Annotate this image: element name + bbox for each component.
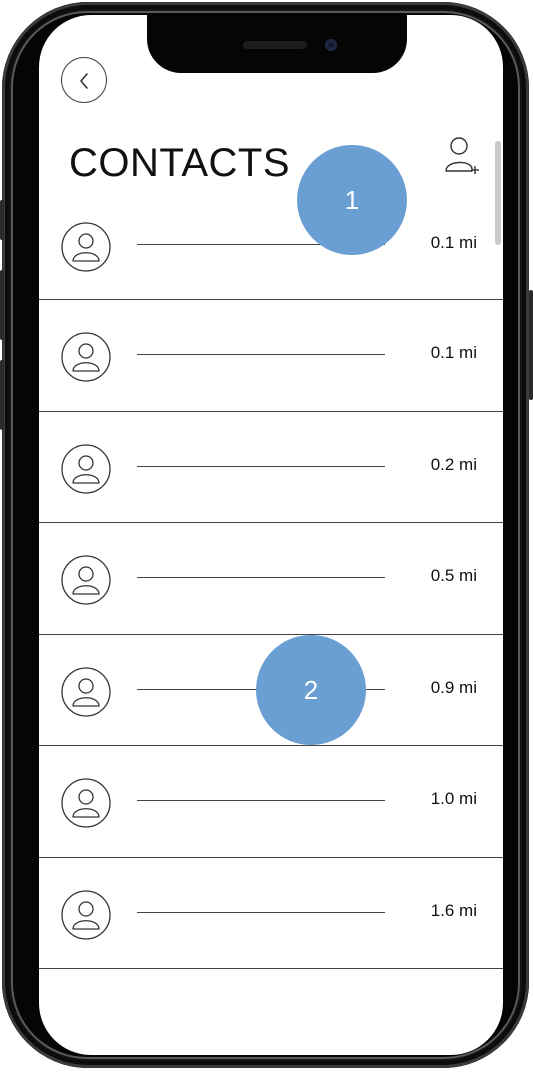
contact-distance: 0.9 mi (430, 677, 477, 697)
contact-name-placeholder (137, 465, 385, 467)
user-avatar-icon (61, 222, 111, 272)
chevron-left-icon (80, 73, 88, 89)
contact-distance: 0.1 mi (430, 233, 477, 252)
contact-distance: 0.2 mi (430, 454, 477, 474)
contact-row[interactable]: 0.1 mi (39, 300, 503, 412)
page-title: CONTACTS (69, 141, 291, 185)
contacts-list: 0.1 mi 0.1 mi 0.2 mi 0.5 mi 0.9 mi 1.0 m… (39, 193, 503, 969)
contact-distance: 0.1 mi (430, 343, 477, 362)
contact-row[interactable]: 0.1 mi (39, 193, 503, 300)
notch (147, 15, 407, 73)
contact-row[interactable]: 0.5 mi (39, 523, 503, 635)
add-user-icon (445, 137, 479, 174)
phone-screen: CONTACTS 0.1 mi 0.1 mi 0.2 mi 0.5 mi 0.9… (39, 15, 503, 1055)
contact-distance: 1.6 mi (430, 900, 477, 920)
front-camera (325, 39, 337, 51)
speaker-grille (243, 41, 307, 49)
add-contact-button[interactable] (441, 135, 481, 177)
user-avatar-icon (61, 666, 111, 717)
contact-name-placeholder (137, 800, 385, 801)
contact-name-placeholder (137, 911, 385, 913)
contact-row[interactable]: 1.0 mi (39, 746, 503, 858)
user-avatar-icon (61, 332, 111, 382)
back-button[interactable] (61, 57, 107, 103)
contact-name-placeholder (137, 354, 385, 355)
silent-switch (0, 200, 4, 240)
contact-name-placeholder (137, 577, 385, 578)
annotation-marker-2: 2 (256, 635, 366, 745)
volume-down-button (0, 360, 4, 430)
contact-distance: 0.5 mi (430, 566, 477, 585)
contact-distance: 1.0 mi (430, 789, 477, 808)
contact-row[interactable]: 0.2 mi (39, 412, 503, 523)
user-avatar-icon (61, 778, 111, 828)
user-avatar-icon (61, 889, 111, 940)
volume-up-button (0, 270, 4, 340)
annotation-marker-1: 1 (297, 145, 407, 255)
user-avatar-icon (61, 555, 111, 605)
contact-row[interactable]: 1.6 mi (39, 858, 503, 969)
power-button (529, 290, 533, 400)
user-avatar-icon (61, 443, 111, 494)
